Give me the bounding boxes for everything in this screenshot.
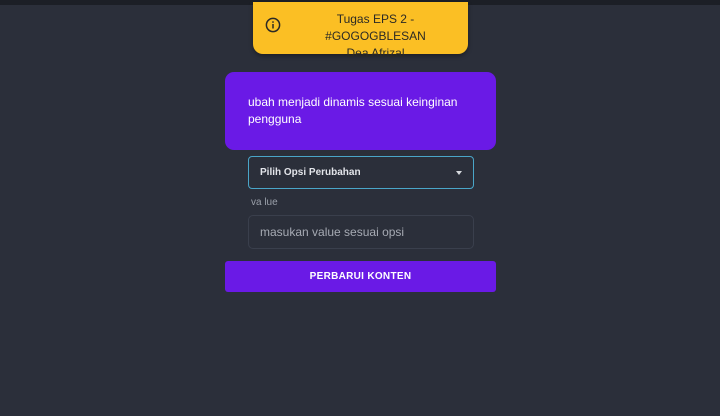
- option-select[interactable]: Pilih Opsi Perubahan: [248, 156, 474, 189]
- value-label: va lue: [251, 197, 278, 208]
- toast-author: Dea Afrizal: [346, 46, 405, 60]
- notification-toast: Tugas EPS 2 - #GOGOGBLESAN Dea Afrizal: [253, 2, 468, 60]
- content-card: ubah menjadi dinamis sesuai keinginan pe…: [225, 72, 496, 150]
- value-input[interactable]: [248, 215, 474, 249]
- chevron-down-icon: [456, 171, 462, 175]
- toast-title: Tugas EPS 2 - #GOGOGBLESAN: [325, 12, 426, 43]
- update-content-button[interactable]: PERBARUI KONTEN: [225, 261, 496, 292]
- card-text: ubah menjadi dinamis sesuai keinginan pe…: [248, 95, 458, 126]
- toast-message: Tugas EPS 2 - #GOGOGBLESAN Dea Afrizal: [289, 11, 462, 62]
- info-icon: [265, 17, 281, 33]
- select-selected-value: Pilih Opsi Perubahan: [260, 167, 361, 178]
